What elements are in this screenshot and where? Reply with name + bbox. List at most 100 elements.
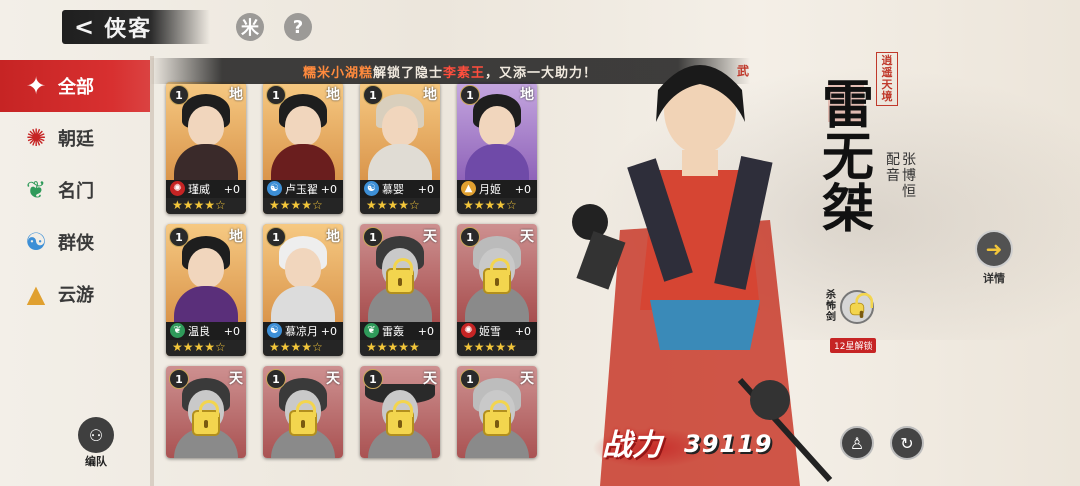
- star-rating: ★★★★☆: [166, 198, 246, 214]
- hero-card-locked[interactable]: 1 天: [263, 366, 343, 458]
- star-rating: ★★★★☆: [263, 340, 343, 356]
- team-icon: ⚇: [78, 417, 114, 453]
- hero-card-name: 慕婴: [382, 183, 404, 196]
- sidebar: ✦ 全部 ✺ 朝廷 ❦ 名门 ☯ 群侠 ▲ 云游: [0, 60, 150, 486]
- hero-card-name: 姬雪: [479, 325, 501, 338]
- hero-card-locked[interactable]: 1 天 姬雪 +0 ✺ ★★★★★: [457, 224, 537, 356]
- star-rating: ★★★★☆: [166, 340, 246, 356]
- hero-card-locked[interactable]: 1 天: [457, 366, 537, 458]
- filter-button[interactable]: 米: [236, 13, 264, 41]
- sidebar-item-label: 朝廷: [58, 129, 94, 150]
- hero-card[interactable]: 1 地 温良 +0 ❦ ★★★★☆: [166, 224, 246, 356]
- hero-card-locked[interactable]: 1 天: [166, 366, 246, 458]
- lock-icon: [483, 258, 511, 294]
- page-title: 侠客: [104, 17, 153, 42]
- team-button-label: 编队: [85, 455, 107, 468]
- hero-card-name: 温良: [188, 325, 210, 338]
- grade-badge: 天: [423, 371, 437, 387]
- hero-card-plus: +0: [514, 324, 531, 338]
- sidebar-item-label: 全部: [58, 77, 94, 98]
- star-rating: ★★★★★: [457, 340, 537, 356]
- hero-card[interactable]: 1 地 慕凉月 +0 ☯ ★★★★☆: [263, 224, 343, 356]
- skill-button[interactable]: 杀怖剑 12星解锁: [826, 290, 878, 353]
- hero-card-plus: +0: [320, 324, 337, 338]
- grade-badge: 天: [423, 229, 437, 245]
- level-badge: 1: [460, 85, 480, 105]
- sidebar-item-heroes[interactable]: ☯ 群侠: [0, 216, 150, 268]
- hero-card-locked[interactable]: 1 天: [360, 366, 440, 458]
- hero-card-plus: +0: [514, 182, 531, 196]
- help-button[interactable]: ?: [284, 13, 312, 41]
- level-badge: 1: [169, 85, 189, 105]
- skill-name: 杀怖剑: [826, 290, 836, 323]
- hero-card[interactable]: 1 地 瑾威 +0 ✺ ★★★★☆: [166, 82, 246, 214]
- avatar-button[interactable]: ♙: [840, 426, 874, 460]
- sidebar-item-wander[interactable]: ▲ 云游: [0, 268, 150, 320]
- voice-actor: 张博恒: [902, 152, 916, 200]
- rotate-icon: ↻: [900, 433, 914, 453]
- announcement-hero: 李素王: [443, 65, 486, 81]
- grade-badge: 天: [229, 371, 243, 387]
- grade-badge: 天: [520, 371, 534, 387]
- level-badge: 1: [363, 227, 383, 247]
- star-rating: ★★★★☆: [263, 198, 343, 214]
- level-badge: 1: [460, 369, 480, 389]
- lock-icon: [192, 400, 220, 436]
- sidebar-item-label: 群侠: [58, 233, 94, 254]
- sidebar-item-all[interactable]: ✦ 全部: [0, 60, 150, 112]
- hero-card[interactable]: 1 地 卢玉翟 +0 ☯ ★★★★☆: [263, 82, 343, 214]
- sidebar-item-sect[interactable]: ❦ 名门: [0, 164, 150, 216]
- court-icon: ✺: [461, 323, 476, 338]
- level-badge: 1: [460, 227, 480, 247]
- level-badge: 1: [266, 369, 286, 389]
- skill-unlock-condition: 12星解锁: [830, 338, 877, 353]
- level-badge: 1: [363, 85, 383, 105]
- heroes-icon: ☯: [267, 323, 282, 338]
- lock-icon: [483, 400, 511, 436]
- hero-card-name: 卢玉翟: [285, 183, 318, 196]
- grade-badge: 地: [229, 87, 243, 103]
- all-icon: ✦: [25, 72, 47, 100]
- sidebar-item-court[interactable]: ✺ 朝廷: [0, 112, 150, 164]
- combat-power: 战力 39119: [592, 418, 822, 470]
- announcement-text: 解锁了隐士: [372, 65, 443, 81]
- grade-badge: 天: [520, 229, 534, 245]
- level-badge: 1: [266, 85, 286, 105]
- sect-icon: ❦: [25, 176, 47, 204]
- heroes-icon: ☯: [25, 228, 47, 256]
- hero-card-plus: +0: [223, 324, 240, 338]
- grade-badge: 地: [423, 87, 437, 103]
- hero-card[interactable]: 1 地 慕婴 +0 ☯ ★★★★☆: [360, 82, 440, 214]
- back-button[interactable]: < 侠客: [62, 10, 210, 44]
- power-value: 39119: [684, 430, 773, 458]
- lock-icon: [386, 258, 414, 294]
- hero-card-plus: +0: [320, 182, 337, 196]
- top-bar: < 侠客 米 ?: [0, 0, 540, 56]
- lock-icon: [386, 400, 414, 436]
- hero-card-name: 慕凉月: [285, 325, 318, 338]
- court-icon: ✺: [170, 181, 185, 196]
- grade-badge: 地: [326, 87, 340, 103]
- grade-badge: 天: [326, 371, 340, 387]
- skill-lock-icon: [840, 290, 874, 324]
- wander-icon: ▲: [461, 181, 476, 196]
- rotate-button[interactable]: ↻: [890, 426, 924, 460]
- sidebar-divider: [150, 56, 154, 486]
- voice-label: 配音: [886, 152, 900, 184]
- heroes-icon: ☯: [267, 181, 282, 196]
- star-rating: ★★★★☆: [457, 198, 537, 214]
- sect-icon: ❦: [364, 323, 379, 338]
- hero-card-name: 雷轰: [382, 325, 404, 338]
- team-button[interactable]: ⚇ 编队: [76, 417, 116, 469]
- grade-badge: 地: [326, 229, 340, 245]
- help-icon: ?: [292, 16, 304, 38]
- star-rating: ★★★★★: [360, 340, 440, 356]
- announcement-player: 糯米小湖糕: [302, 65, 373, 81]
- voice-info: 配音 张博恒: [886, 152, 918, 200]
- detail-button[interactable]: ➜ 详情: [972, 230, 1016, 286]
- hero-card-name: 瑾威: [188, 183, 210, 196]
- hero-card[interactable]: 1 地 月姬 +0 ▲ ★★★★☆: [457, 82, 537, 214]
- wander-icon: ▲: [26, 280, 46, 308]
- hero-card-locked[interactable]: 1 天 雷轰 +0 ❦ ★★★★★: [360, 224, 440, 356]
- grade-badge: 地: [229, 229, 243, 245]
